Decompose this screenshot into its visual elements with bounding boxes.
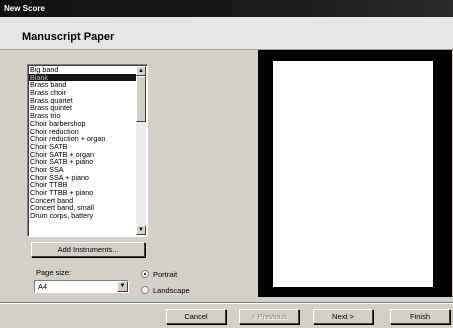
page-size-select[interactable]: A4 ▼: [34, 280, 129, 293]
add-instruments-button[interactable]: Add Instruments...: [31, 242, 145, 257]
landscape-label[interactable]: Landscape: [153, 286, 190, 295]
finish-button[interactable]: Finish: [390, 309, 450, 324]
paper-preview-page: [273, 61, 433, 287]
portrait-label[interactable]: Portrait: [153, 270, 177, 279]
next-button[interactable]: Next >: [313, 309, 373, 324]
wizard-header: Manuscript Paper: [0, 17, 453, 50]
paper-preview: [258, 50, 452, 297]
list-item[interactable]: Drum corps, battery: [29, 212, 137, 220]
landscape-radio[interactable]: [141, 286, 149, 294]
window-titlebar: New Score: [0, 0, 453, 17]
scroll-down-arrow-icon[interactable]: ▼: [136, 225, 146, 235]
page-title: Manuscript Paper: [22, 31, 115, 43]
previous-button[interactable]: < Previous: [239, 309, 299, 324]
portrait-radio[interactable]: [141, 270, 149, 278]
scroll-thumb[interactable]: [136, 76, 146, 122]
page-size-label: Page size:: [36, 268, 72, 277]
manuscript-paper-list[interactable]: Big band Blank Brass band Brass choir Brass …: [27, 64, 148, 237]
cancel-button[interactable]: Cancel: [166, 309, 226, 324]
dropdown-arrow-icon[interactable]: ▼: [117, 281, 128, 292]
page-size-value: A4: [38, 282, 48, 291]
window-title: New Score: [4, 4, 45, 13]
list-scrollbar[interactable]: ▲ ▼: [136, 66, 146, 235]
scroll-up-arrow-icon[interactable]: ▲: [136, 66, 146, 76]
list-items: Big band Blank Brass band Brass choir Brass …: [29, 66, 137, 220]
footer-separator: [0, 302, 453, 304]
